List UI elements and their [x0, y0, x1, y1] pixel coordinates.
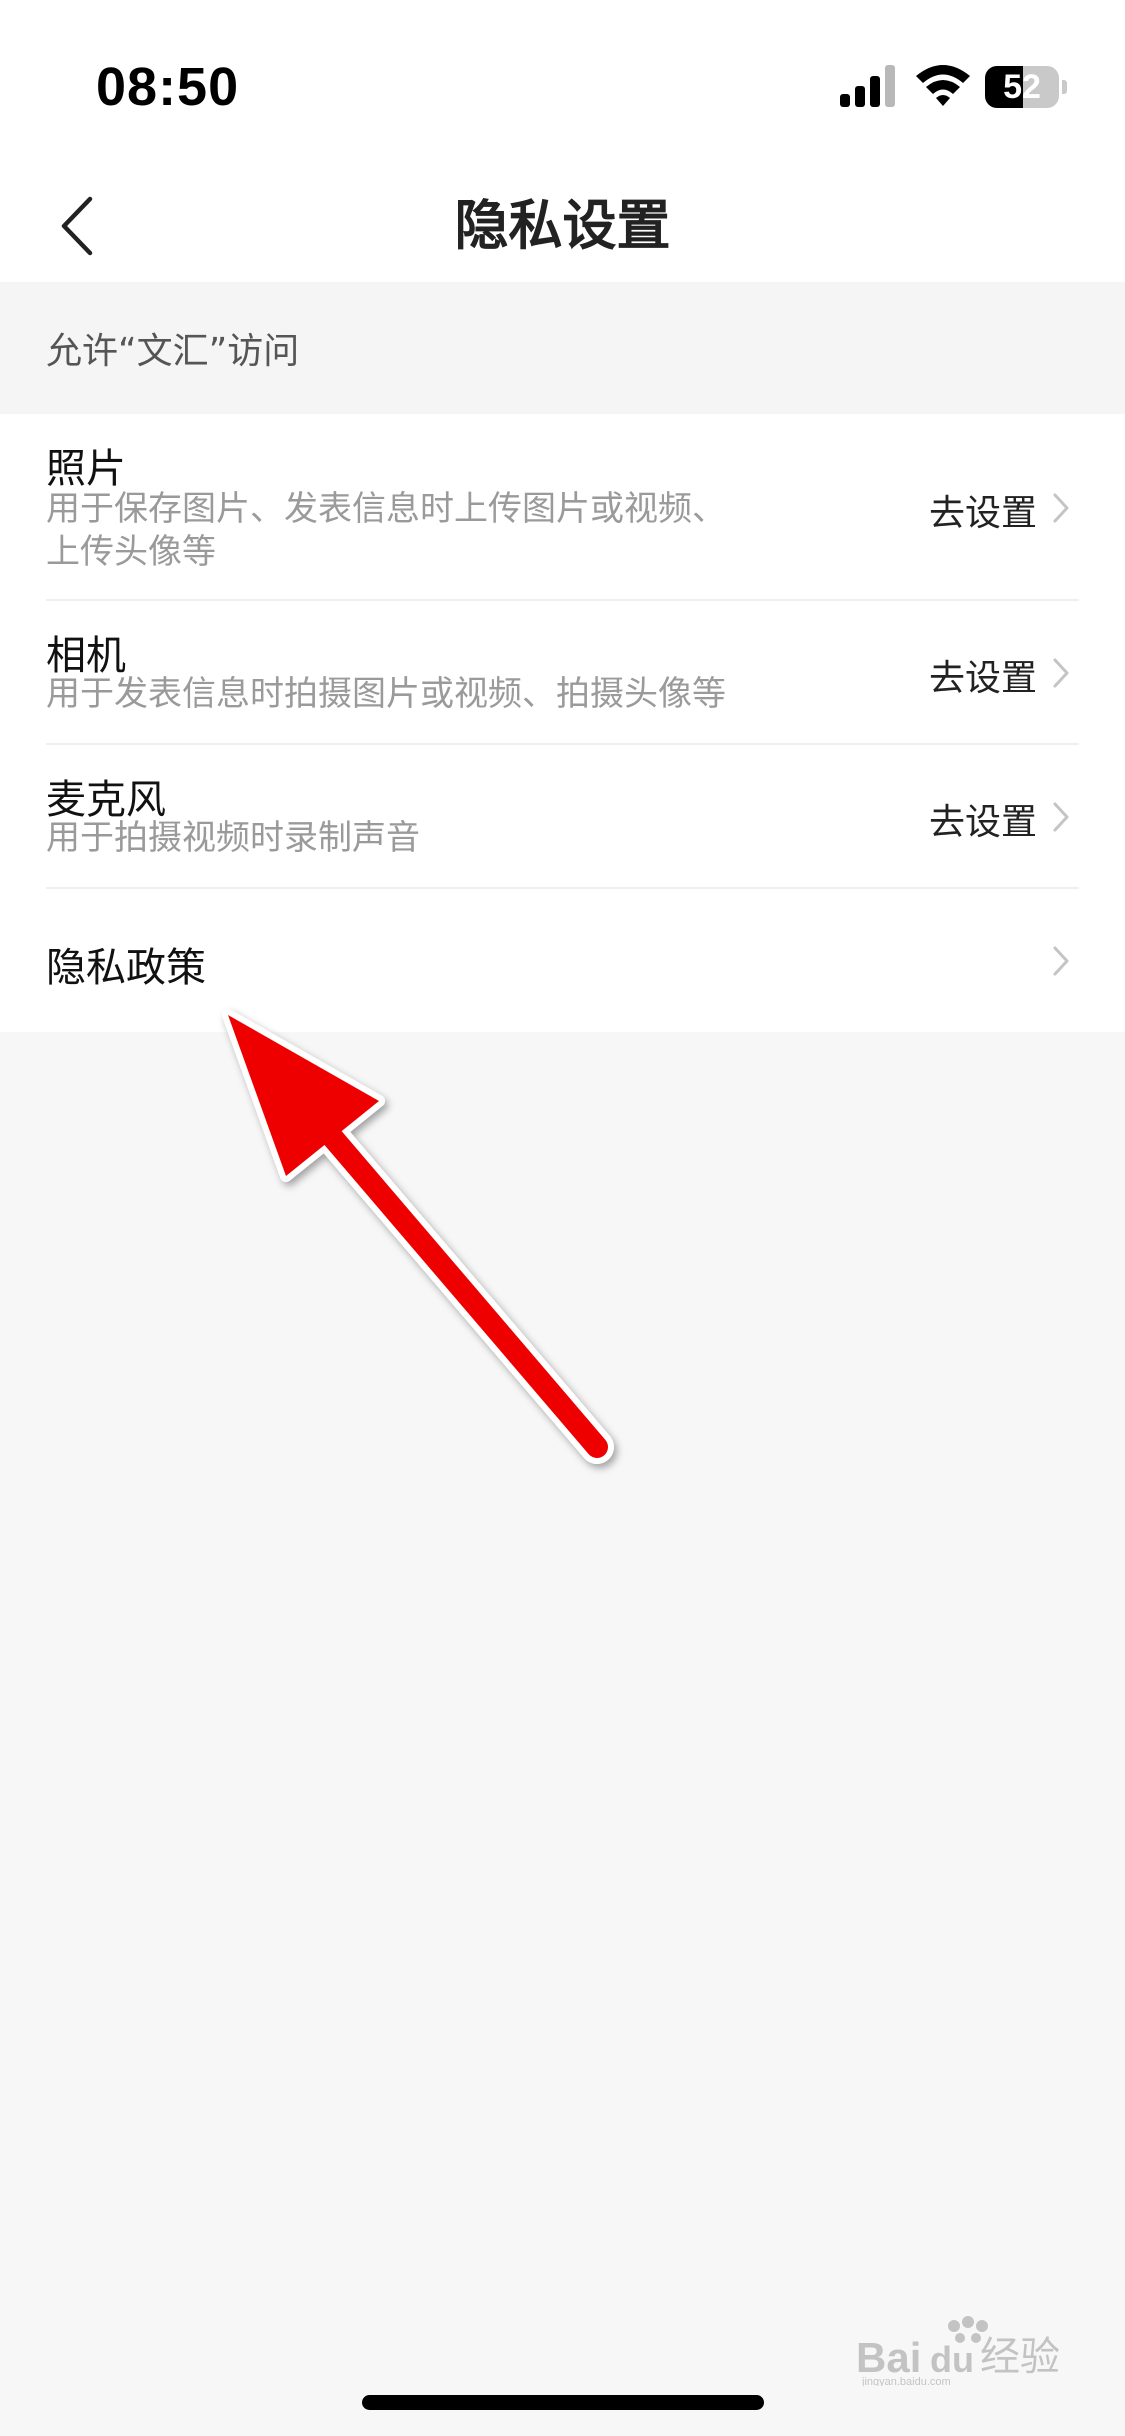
permission-list: 照片 用于保存图片、发表信息时上传图片或视频、 上传头像等 去设置 相机 用于发…: [0, 414, 1125, 1032]
battery-level: 52: [1003, 68, 1041, 106]
section-header-text: 允许“文汇”访问: [46, 331, 300, 372]
status-bar: 08:50 52: [0, 0, 1125, 170]
go-settings-link[interactable]: 去设置: [929, 484, 1037, 536]
item-description-line: 用于保存图片、发表信息时上传图片或视频、: [46, 489, 726, 529]
home-indicator[interactable]: [362, 2395, 764, 2410]
item-description-line: 用于拍摄视频时录制声音: [46, 818, 420, 858]
list-item-camera[interactable]: 相机 用于发表信息时拍摄图片或视频、拍摄头像等 去设置: [0, 601, 1125, 743]
svg-text:jingyan.baidu.com: jingyan.baidu.com: [861, 2376, 951, 2386]
chevron-right-icon: [1053, 658, 1069, 688]
item-description-line: 用于发表信息时拍摄图片或视频、拍摄头像等: [46, 674, 726, 714]
svg-text:经验: 经验: [980, 2334, 1060, 2380]
status-time: 08:50: [96, 57, 240, 117]
signal-icon: [840, 65, 895, 107]
battery-body: 52: [985, 66, 1059, 108]
wifi-icon: [916, 65, 970, 106]
baidu-watermark-logo: Bai du 经验 jingyan.baidu.com: [856, 2316, 1078, 2388]
svg-text:du: du: [930, 2339, 974, 2380]
item-title: 隐私政策: [46, 945, 206, 991]
item-description-line: 上传头像等: [46, 532, 216, 572]
nav-bar: 隐私设置: [0, 170, 1125, 282]
battery-cap: [1062, 80, 1067, 94]
back-button[interactable]: [36, 184, 120, 268]
chevron-right-icon: [1053, 493, 1069, 523]
item-title: 照片: [46, 446, 126, 492]
page-title: 隐私设置: [454, 194, 671, 257]
item-description: 用于拍摄视频时录制声音: [46, 817, 786, 860]
chevron-left-icon: [61, 196, 93, 256]
list-item-photos[interactable]: 照片 用于保存图片、发表信息时上传图片或视频、 上传头像等 去设置: [0, 414, 1125, 600]
list-item-privacy-policy[interactable]: 隐私政策: [0, 889, 1125, 1032]
section-header: 允许“文汇”访问: [0, 282, 1125, 414]
chevron-right-icon: [1053, 802, 1069, 832]
item-description: 用于发表信息时拍摄图片或视频、拍摄头像等: [46, 673, 786, 716]
chevron-right-icon: [1053, 946, 1069, 976]
go-settings-link[interactable]: 去设置: [929, 793, 1037, 845]
go-settings-link[interactable]: 去设置: [929, 649, 1037, 701]
item-description: 用于保存图片、发表信息时上传图片或视频、 上传头像等: [46, 488, 786, 574]
svg-text:Bai: Bai: [856, 2334, 921, 2381]
list-item-microphone[interactable]: 麦克风 用于拍摄视频时录制声音 去设置: [0, 745, 1125, 887]
battery-icon: 52: [985, 66, 1067, 108]
